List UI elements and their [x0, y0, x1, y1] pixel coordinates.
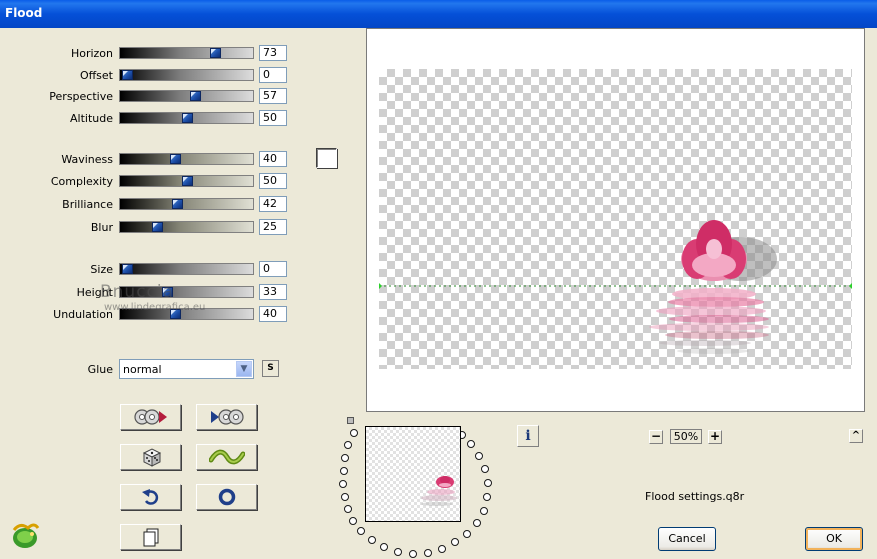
copy-button[interactable] [120, 524, 181, 550]
brilliance-slider-thumb[interactable] [172, 199, 183, 209]
dice-icon [142, 448, 161, 467]
size-slider-thumb[interactable] [122, 264, 133, 274]
app-logo-icon [12, 523, 40, 548]
perspective-slider[interactable] [119, 90, 254, 102]
waviness-value-input[interactable]: 40 [259, 151, 287, 167]
complexity-slider[interactable] [119, 175, 254, 187]
info-button[interactable]: i [517, 425, 539, 447]
horizon-marker-right[interactable] [849, 283, 852, 289]
film-reel-forward-icon [210, 409, 244, 425]
undulation-value-input[interactable]: 40 [259, 306, 287, 322]
horizon-slider[interactable] [119, 47, 254, 59]
document-icon [143, 528, 158, 547]
horizon-slider-thumb[interactable] [210, 48, 221, 58]
offset-slider-thumb[interactable] [122, 70, 133, 80]
altitude-slider-thumb[interactable] [182, 113, 193, 123]
size-slider[interactable] [119, 263, 254, 275]
complexity-label: Complexity [50, 175, 113, 188]
chevron-down-icon[interactable]: ▼ [236, 361, 252, 377]
blur-value-input[interactable]: 25 [259, 219, 287, 235]
complexity-value-input[interactable]: 50 [259, 173, 287, 189]
horizon-value-input[interactable]: 73 [259, 45, 287, 61]
watermark-signature: Bnuccia [100, 282, 175, 302]
glue-dropdown[interactable]: normal ▼ [119, 359, 254, 379]
perspective-slider-thumb[interactable] [190, 91, 201, 101]
brilliance-slider[interactable] [119, 198, 254, 210]
glue-dropdown-value: normal [123, 363, 162, 376]
waviness-label: Waviness [61, 153, 113, 166]
offset-label: Offset [79, 69, 113, 82]
film-reel-reverse-icon [133, 409, 167, 425]
zoom-out-button[interactable]: − [649, 430, 663, 444]
altitude-value-input[interactable]: 50 [259, 110, 287, 126]
blur-slider-thumb[interactable] [152, 222, 163, 232]
ring-icon [218, 488, 235, 506]
height-label: Height [76, 286, 113, 299]
height-value-input[interactable]: 33 [259, 284, 287, 300]
navigator-handle[interactable] [347, 417, 354, 424]
preview-image [379, 220, 852, 354]
watermark-url: www.lindegrafica.eu [104, 302, 206, 313]
title-bar: Flood [0, 0, 877, 28]
load-settings-button[interactable] [120, 404, 181, 430]
zoom-level[interactable]: 50% [670, 429, 702, 444]
settings-filename: Flood settings.q8r [645, 490, 745, 503]
size-label: Size [90, 263, 113, 276]
offset-slider[interactable] [119, 69, 254, 81]
reset-button[interactable] [120, 484, 181, 510]
horizon-marker-left[interactable] [379, 283, 382, 289]
window-title: Flood [5, 6, 43, 20]
glue-s-button[interactable]: S [262, 360, 279, 377]
complexity-slider-thumb[interactable] [182, 176, 193, 186]
wave-icon [208, 449, 245, 465]
randomize-button[interactable] [120, 444, 181, 470]
altitude-label: Altitude [70, 112, 113, 125]
undo-arrow-icon [141, 489, 158, 505]
default-button[interactable] [196, 484, 257, 510]
glue-label: Glue [87, 363, 113, 376]
lotus-flower-icon [681, 220, 747, 281]
undulation-label: Undulation [53, 308, 113, 321]
navigator-thumbnail-image [421, 476, 457, 506]
scroll-up-button[interactable]: ^ [849, 429, 863, 443]
perspective-value-input[interactable]: 57 [259, 88, 287, 104]
offset-value-input[interactable]: 0 [259, 67, 287, 83]
reflection-color-swatch[interactable] [316, 148, 337, 168]
size-value-input[interactable]: 0 [259, 261, 287, 277]
ok-button[interactable]: OK [805, 527, 863, 551]
info-icon: i [525, 428, 531, 444]
altitude-slider[interactable] [119, 112, 254, 124]
blur-slider[interactable] [119, 221, 254, 233]
waviness-slider[interactable] [119, 153, 254, 165]
perspective-label: Perspective [49, 90, 113, 103]
waviness-slider-thumb[interactable] [170, 154, 181, 164]
zoom-in-button[interactable]: + [708, 430, 722, 444]
water-reflection [649, 288, 769, 354]
cancel-button[interactable]: Cancel [658, 527, 716, 551]
brilliance-value-input[interactable]: 42 [259, 196, 287, 212]
wave-preset-button[interactable] [196, 444, 257, 470]
brilliance-label: Brilliance [62, 198, 113, 211]
horizon-label: Horizon [70, 47, 113, 60]
save-settings-button[interactable] [196, 404, 257, 430]
blur-label: Blur [90, 221, 113, 234]
